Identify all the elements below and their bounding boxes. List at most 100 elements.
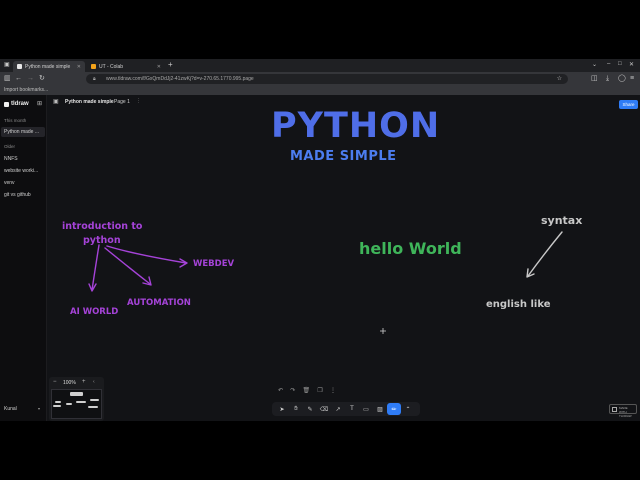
automation-label[interactable]: AUTOMATION (127, 298, 191, 308)
tab-ut-colab[interactable]: UT - Colab ✕ (87, 61, 165, 72)
sidebar-toggle-icon[interactable]: ▣ (4, 61, 10, 68)
minimap-shape (90, 399, 99, 401)
minimap-shape (70, 392, 83, 396)
breadcrumb-separator: / (109, 99, 111, 105)
zoom-in-icon[interactable]: + (82, 379, 86, 385)
sidebar: tldraw ⊞ This month Python made ... Olde… (0, 95, 47, 421)
select-icon[interactable]: ➤ (275, 403, 289, 415)
actions-bar: ↶ ↷ 🗑︎ ❐ ⋮ (274, 387, 340, 397)
gray-arrow (526, 231, 563, 278)
new-file-icon[interactable]: ⊞ (37, 100, 42, 107)
share-button[interactable]: Share (619, 100, 638, 109)
arrow-icon[interactable]: ↗ (331, 403, 345, 415)
asset-icon[interactable]: ▨ (373, 403, 387, 415)
sidebar-panel-icon[interactable]: ▥ (4, 75, 11, 83)
group-label-this-month: This month (4, 118, 27, 123)
maximize-icon[interactable]: □ (618, 61, 622, 67)
tldraw-logo-icon (4, 101, 9, 107)
reload-icon[interactable]: ↻ (39, 75, 45, 83)
sidebar-item-venv[interactable]: venv (1, 178, 45, 188)
minimize-icon[interactable]: – (607, 61, 610, 67)
address-bar[interactable]: 🔒︎ www.tldraw.com/f/GxQmDdJj2-41zwKj?d=v… (86, 74, 568, 84)
document-icon: ▣ (53, 99, 59, 105)
arrow-to-ai-world (91, 244, 100, 291)
minimap-shape (76, 401, 86, 403)
menu-icon[interactable]: ≡ (630, 75, 634, 83)
more-icon[interactable]: ⋮ (136, 98, 141, 104)
zoom-out-icon[interactable]: − (53, 379, 57, 385)
minimap-panel: − 100% + ‹ (49, 377, 104, 421)
pocket-icon[interactable]: ◫ (591, 75, 598, 83)
arrow-to-webdev (106, 245, 187, 264)
more-icon[interactable]: ⋮ (330, 387, 336, 397)
pencil-icon[interactable]: ✎ (303, 403, 317, 415)
canvas-title[interactable]: PYTHON (271, 106, 440, 146)
page-menu[interactable]: Page 1 (114, 99, 130, 105)
bookmark-star-icon[interactable]: ☆ (557, 74, 562, 84)
badge-line1: MADE WITH (619, 406, 628, 414)
close-icon[interactable]: ✕ (77, 64, 81, 70)
undo-icon[interactable]: ↶ (278, 387, 283, 397)
hello-world-text[interactable]: hello World (359, 239, 462, 258)
bookmarks-bar: Import bookmarks... (0, 86, 640, 95)
hand-icon[interactable]: ✋︎ (289, 403, 303, 415)
back-icon[interactable]: ← (15, 75, 22, 83)
account-icon[interactable]: ◯ (618, 75, 626, 83)
new-tab-button[interactable]: + (168, 60, 173, 69)
chevron-up-icon[interactable]: ⌃ (401, 403, 415, 415)
arrow-syntax-to-english (527, 231, 563, 277)
tab-title: UT - Colab (99, 63, 124, 70)
trash-icon[interactable]: 🗑︎ (303, 387, 311, 397)
minimap-shape (66, 403, 72, 405)
draw-icon[interactable]: ✏︎ (387, 403, 401, 415)
ai-world-label[interactable]: AI WORLD (70, 307, 118, 317)
arrow-to-automation (104, 247, 151, 285)
text-icon[interactable]: T (345, 403, 359, 415)
badge-line2: TLDRAW (619, 414, 632, 418)
syntax-label[interactable]: syntax (541, 214, 582, 227)
eraser-icon[interactable]: ⌫ (317, 403, 331, 415)
intro-text-line2[interactable]: python (83, 235, 121, 246)
close-icon[interactable]: ✕ (157, 64, 161, 70)
intro-text-line1[interactable]: introduction to (62, 221, 142, 232)
tldraw-favicon-icon (17, 64, 22, 69)
tab-bar: ▣ Python made simple ✕ UT - Colab ✕ + ⌄ … (0, 59, 640, 72)
tab-title: Python made simple (25, 63, 71, 70)
sidebar-item-website-working[interactable]: website worki... (1, 166, 45, 176)
lock-icon: 🔒︎ (93, 76, 96, 82)
downloads-icon[interactable]: ⤓ (606, 75, 609, 83)
import-bookmarks-link[interactable]: Import bookmarks... (4, 87, 48, 93)
canvas-cursor-icon (380, 328, 386, 334)
minimap-viewport[interactable] (51, 389, 102, 419)
canvas-subtitle[interactable]: MADE SIMPLE (290, 149, 397, 164)
tldraw-app: tldraw ⊞ This month Python made ... Olde… (0, 95, 640, 421)
sidebar-item-git-vs-github[interactable]: git vs github (1, 190, 45, 200)
purple-arrows (88, 244, 188, 292)
tab-list-icon[interactable]: ⌄ (592, 61, 597, 68)
user-name[interactable]: Kunal (4, 406, 17, 412)
minimap-shape (88, 406, 98, 408)
drawing-canvas[interactable]: PYTHON MADE SIMPLE introduction to pytho… (47, 106, 640, 421)
sidebar-item-python-made-simple[interactable]: Python made ... (1, 127, 45, 137)
webdev-label[interactable]: WEBDEV (193, 259, 234, 269)
duplicate-icon[interactable]: ❐ (317, 387, 322, 397)
redo-icon[interactable]: ↷ (290, 387, 295, 397)
chevron-icon[interactable]: ‹ (93, 379, 95, 385)
brand[interactable]: tldraw (4, 101, 29, 107)
zoom-level[interactable]: 100% (63, 380, 76, 386)
made-with-tldraw-badge[interactable]: MADE WITH TLDRAW (609, 404, 637, 418)
tool-bar: ➤ ✋︎ ✎ ⌫ ↗ T ▭ ▨ ✏︎ ⌃ (272, 402, 420, 416)
document-title[interactable]: Python made simple (65, 99, 114, 105)
sidebar-item-nnfs[interactable]: NNFS (1, 154, 45, 164)
minimap-shape (53, 405, 61, 407)
chevron-down-icon[interactable]: ▾ (38, 406, 40, 411)
tab-python-made-simple[interactable]: Python made simple ✕ (13, 61, 85, 72)
english-like-label[interactable]: english like (486, 299, 551, 310)
tldraw-logo-icon (612, 407, 617, 412)
brand-name: tldraw (11, 101, 29, 107)
minimap-shape (55, 401, 61, 403)
browser-window: ▣ Python made simple ✕ UT - Colab ✕ + ⌄ … (0, 59, 640, 421)
note-icon[interactable]: ▭ (359, 403, 373, 415)
close-window-icon[interactable]: ✕ (629, 61, 634, 68)
forward-icon[interactable]: → (27, 75, 34, 83)
